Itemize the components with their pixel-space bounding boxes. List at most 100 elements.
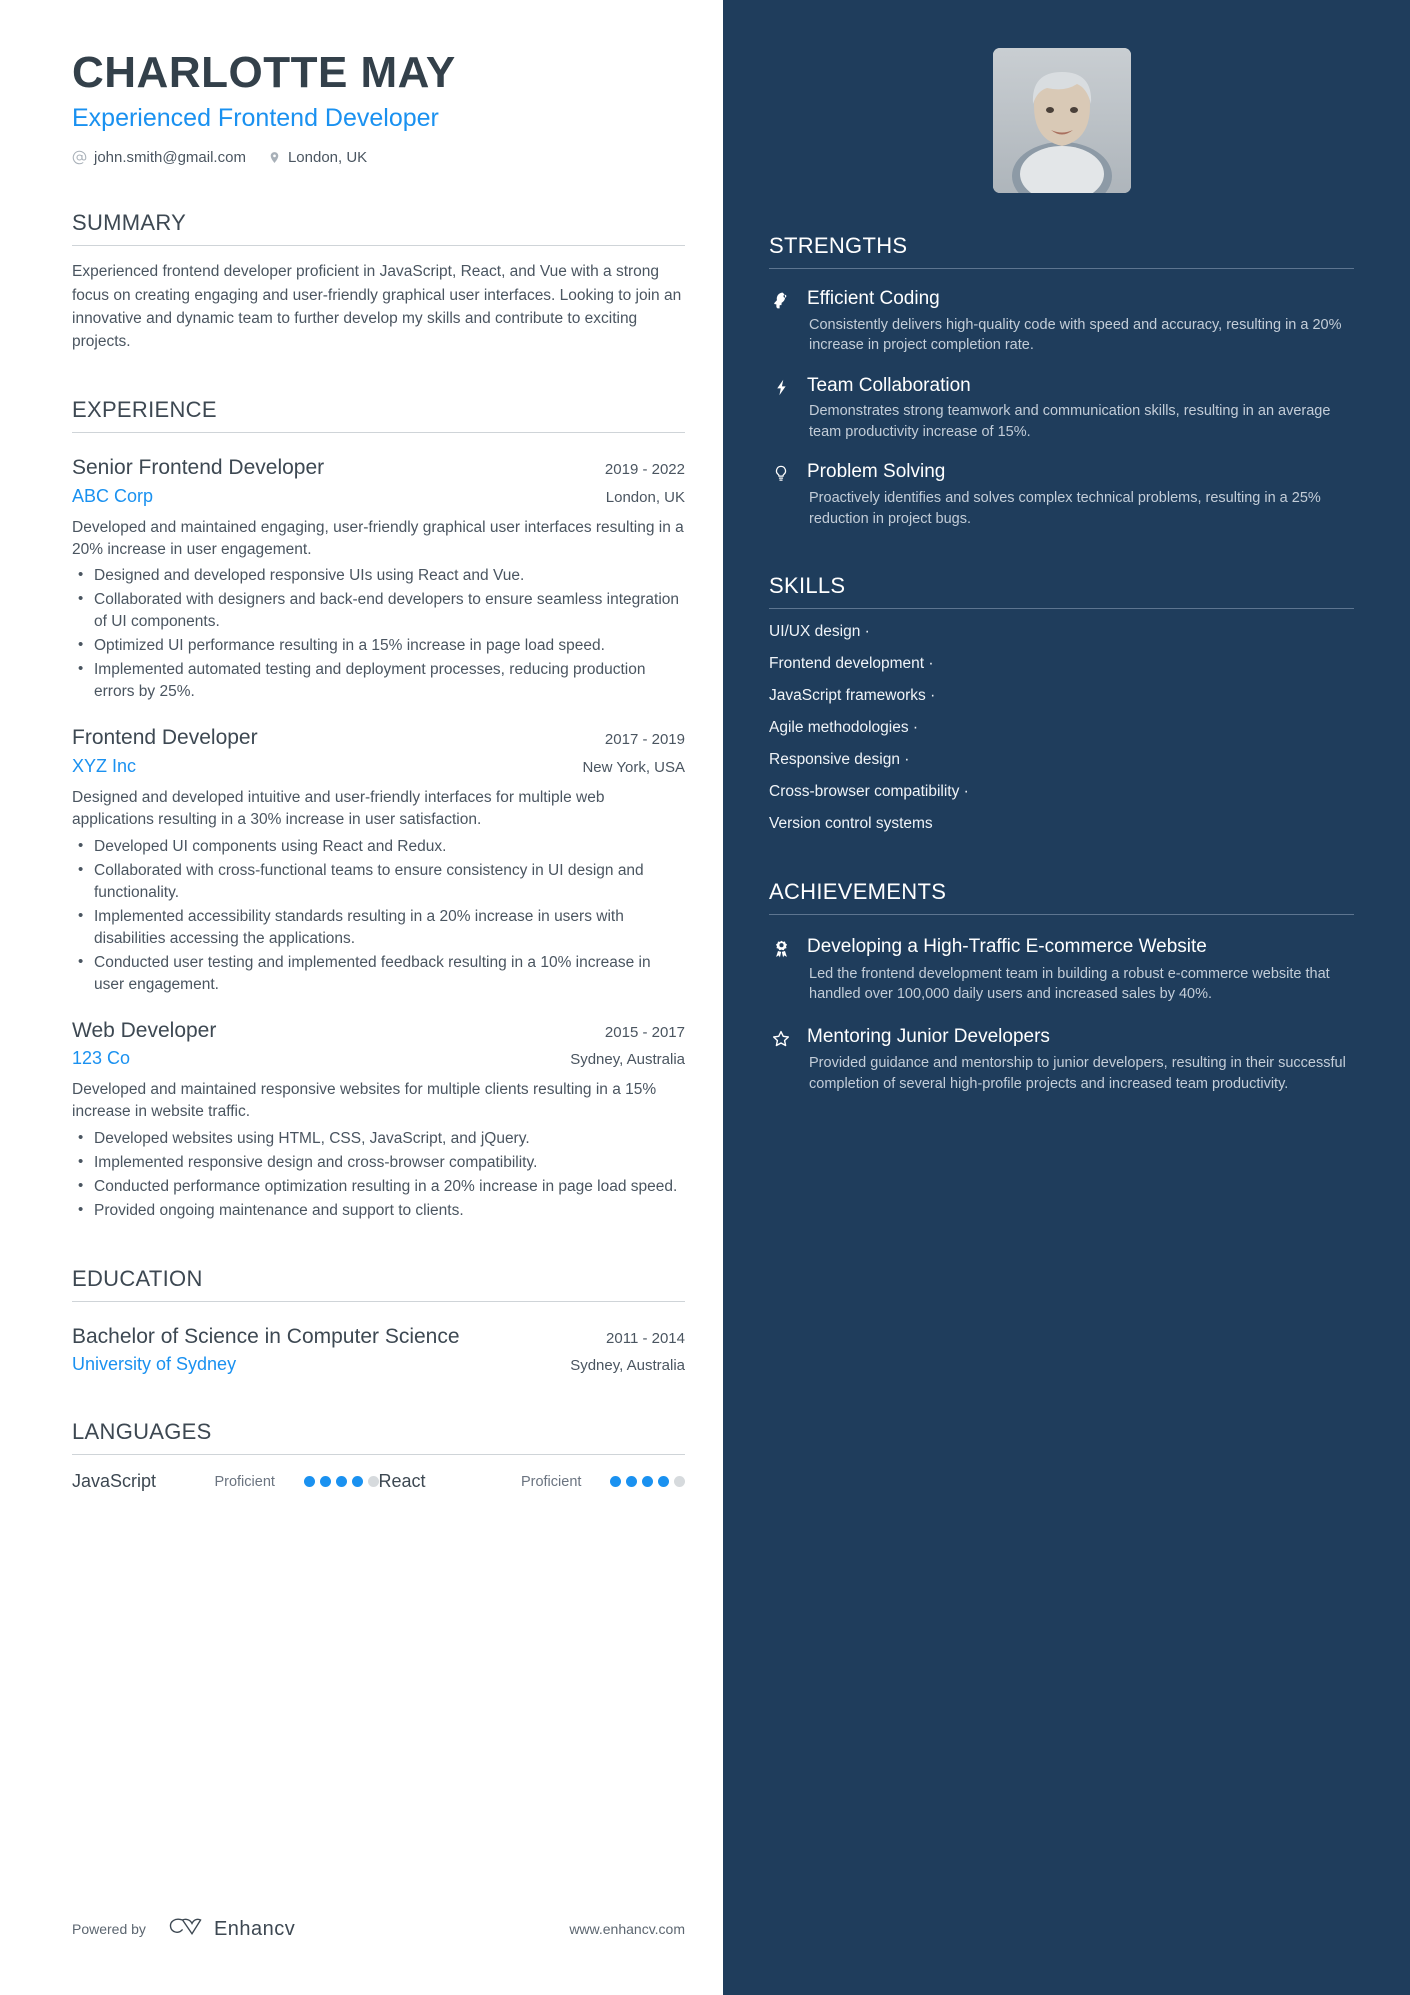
- language-rating-dots: [303, 1476, 379, 1488]
- contact-location: London, UK: [268, 149, 367, 166]
- contact-email-text: john.smith@gmail.com: [94, 149, 246, 167]
- language-item: React Proficient: [378, 1471, 685, 1492]
- rating-dot-filled: [658, 1476, 669, 1488]
- header-block: CHARLOTTE MAY Experienced Frontend Devel…: [72, 48, 685, 166]
- star-outline-icon: [769, 1025, 793, 1095]
- job-title: Senior Frontend Developer: [72, 456, 325, 480]
- skill-item: JavaScript frameworks ·: [769, 687, 936, 705]
- rating-dot-filled: [610, 1476, 621, 1488]
- achievement-title: Developing a High-Traffic E-commerce Web…: [807, 936, 1207, 958]
- skill-item: Version control systems: [769, 815, 933, 833]
- achievement-item: Developing a High-Traffic E-commerce Web…: [769, 935, 1354, 1005]
- language-name: React: [378, 1471, 426, 1492]
- brand-block[interactable]: Enhancv: [168, 1915, 295, 1943]
- job-location: Sydney, Australia: [570, 1050, 685, 1068]
- job-description: Developed and maintained engaging, user-…: [72, 518, 684, 558]
- contact-email[interactable]: john.smith@gmail.com: [72, 149, 246, 166]
- strength-item: Efficient Coding Consistently delivers h…: [769, 287, 1354, 356]
- avatar: [992, 48, 1131, 193]
- education-date: 2011 - 2014: [606, 1329, 685, 1347]
- achievements-heading: ACHIEVEMENTS: [769, 879, 947, 905]
- achievements-section: ACHIEVEMENTS Developing a High-Traffic E…: [769, 879, 1354, 1094]
- summary-text: Experienced frontend developer proficien…: [72, 263, 682, 351]
- languages-section: LANGUAGES JavaScript Proficient React Pr…: [72, 1419, 685, 1492]
- achievement-title: Mentoring Junior Developers: [807, 1025, 1050, 1047]
- page-title: CHARLOTTE MAY: [72, 48, 456, 97]
- summary-section: SUMMARY Experienced frontend developer p…: [72, 210, 685, 353]
- summary-divider: [72, 245, 685, 247]
- website-url[interactable]: www.enhancv.com: [569, 1921, 685, 1937]
- job-company[interactable]: 123 Co: [72, 1048, 130, 1069]
- language-item: JavaScript Proficient: [72, 1471, 379, 1492]
- language-row: JavaScript Proficient React Proficient: [72, 1471, 685, 1492]
- strength-title: Problem Solving: [807, 461, 946, 483]
- avatar-portrait-icon: [992, 48, 1131, 193]
- powered-by-label: Powered by: [72, 1921, 146, 1937]
- school-name[interactable]: University of Sydney: [72, 1354, 236, 1375]
- strengths-heading: STRENGTHS: [769, 233, 908, 258]
- job-date: 2015 - 2017: [604, 1023, 685, 1041]
- rating-dot-filled: [351, 1476, 363, 1488]
- job-bullet: Developed UI components using React and …: [72, 835, 685, 858]
- rating-dot-filled: [335, 1476, 347, 1488]
- job-bullet-list: Developed websites using HTML, CSS, Java…: [72, 1127, 685, 1222]
- main-column: CHARLOTTE MAY Experienced Frontend Devel…: [0, 0, 723, 1995]
- job-bullet: Conducted user testing and implemented f…: [72, 951, 685, 996]
- language-level: Proficient: [520, 1473, 582, 1490]
- page-footer: Powered by Enhancv www.enhancv.com: [72, 1915, 685, 1943]
- rating-dot-empty: [674, 1476, 685, 1488]
- lightning-bolt-icon: [769, 374, 793, 443]
- language-rating-dots: [610, 1476, 685, 1488]
- award-medal-icon: [769, 935, 793, 1005]
- skill-item: Cross-browser compatibility ·: [769, 783, 969, 801]
- map-pin-icon: [268, 150, 281, 165]
- resume-page: CHARLOTTE MAY Experienced Frontend Devel…: [0, 0, 1410, 1995]
- job-bullet: Conducted performance optimization resul…: [72, 1175, 685, 1198]
- job-bullet-list: Designed and developed responsive UIs us…: [72, 564, 685, 703]
- rating-dot-filled: [626, 1476, 637, 1488]
- job-description: Designed and developed intuitive and use…: [72, 788, 605, 829]
- lightbulb-icon: [769, 460, 793, 529]
- achievement-description: Led the frontend development team in bui…: [809, 965, 1330, 1003]
- job-location: London, UK: [605, 488, 685, 506]
- strength-description: Proactively identifies and solves comple…: [809, 489, 1321, 527]
- job-date: 2019 - 2022: [604, 461, 685, 479]
- language-level: Proficient: [214, 1473, 275, 1490]
- job-location: New York, USA: [582, 758, 685, 776]
- powered-by-block: Powered by Enhancv: [72, 1915, 295, 1943]
- skill-item: UI/UX design ·: [769, 623, 870, 641]
- strength-description: Demonstrates strong teamwork and communi…: [809, 403, 1331, 440]
- strengths-divider: [769, 268, 1354, 269]
- strength-title: Team Collaboration: [807, 374, 971, 396]
- at-icon: [72, 150, 87, 165]
- job-bullet: Collaborated with cross-functional teams…: [72, 859, 685, 904]
- job-bullet: Implemented accessibility standards resu…: [72, 905, 685, 950]
- rating-dot-filled: [319, 1476, 331, 1488]
- achievements-divider: [769, 914, 1354, 916]
- job-bullet: Provided ongoing maintenance and support…: [72, 1199, 685, 1222]
- strength-description: Consistently delivers high-quality code …: [809, 316, 1342, 354]
- job-bullet: Designed and developed responsive UIs us…: [72, 564, 685, 587]
- head-idea-icon: [769, 287, 793, 356]
- experience-entry: Senior Frontend Developer 2019 - 2022 AB…: [72, 455, 685, 703]
- contact-row: john.smith@gmail.com London, UK: [72, 149, 685, 166]
- strength-title: Efficient Coding: [807, 288, 940, 309]
- enhancv-logo-icon: [168, 1915, 204, 1943]
- job-bullet: Implemented automated testing and deploy…: [72, 658, 685, 703]
- skills-section: SKILLS UI/UX design · Frontend developme…: [769, 573, 1354, 833]
- avatar-wrap: [769, 48, 1354, 193]
- job-title: Web Developer: [72, 1018, 217, 1042]
- language-name: JavaScript: [72, 1471, 157, 1492]
- rating-dot-filled: [303, 1476, 315, 1488]
- experience-entry: Web Developer 2015 - 2017 123 Co Sydney,…: [72, 1018, 685, 1222]
- strengths-section: STRENGTHS Efficient Coding Consistently …: [769, 233, 1354, 529]
- skill-item: Frontend development ·: [769, 655, 934, 673]
- job-company[interactable]: XYZ Inc: [72, 756, 136, 777]
- education-heading: EDUCATION: [72, 1265, 203, 1291]
- strength-item: Problem Solving Proactively identifies a…: [769, 460, 1354, 529]
- job-title: Frontend Developer: [72, 726, 258, 750]
- achievement-description: Provided guidance and mentorship to juni…: [809, 1055, 1346, 1092]
- contact-location-text: London, UK: [287, 149, 368, 167]
- experience-entry: Frontend Developer 2017 - 2019 XYZ Inc N…: [72, 725, 685, 995]
- job-company[interactable]: ABC Corp: [72, 486, 153, 507]
